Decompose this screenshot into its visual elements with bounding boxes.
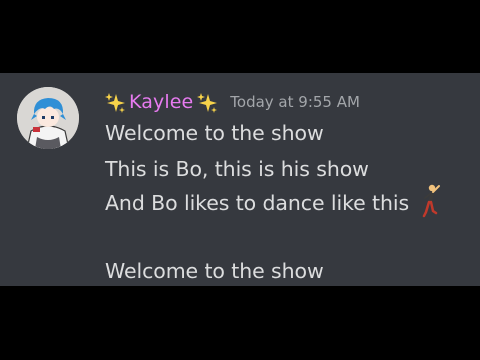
message-line: This is Bo, this is his show bbox=[105, 157, 369, 181]
message-line: Welcome to the show bbox=[105, 121, 324, 145]
message-line: And Bo likes to dance like this bbox=[105, 191, 410, 215]
username[interactable]: Kaylee bbox=[129, 91, 193, 113]
message-timestamp[interactable]: Today at 9:55 AM bbox=[230, 93, 360, 111]
user-avatar[interactable] bbox=[17, 87, 79, 149]
avatar-image bbox=[17, 87, 79, 149]
man-dancing-icon[interactable] bbox=[420, 183, 442, 219]
sparkles-icon bbox=[104, 91, 126, 113]
message-header: Kaylee Today at 9:55 AM bbox=[104, 89, 360, 115]
sparkles-icon bbox=[196, 91, 218, 113]
chat-message-panel: Kaylee Today at 9:55 AM Welcome to the s… bbox=[0, 73, 480, 286]
message-line: Welcome to the show bbox=[105, 259, 324, 283]
